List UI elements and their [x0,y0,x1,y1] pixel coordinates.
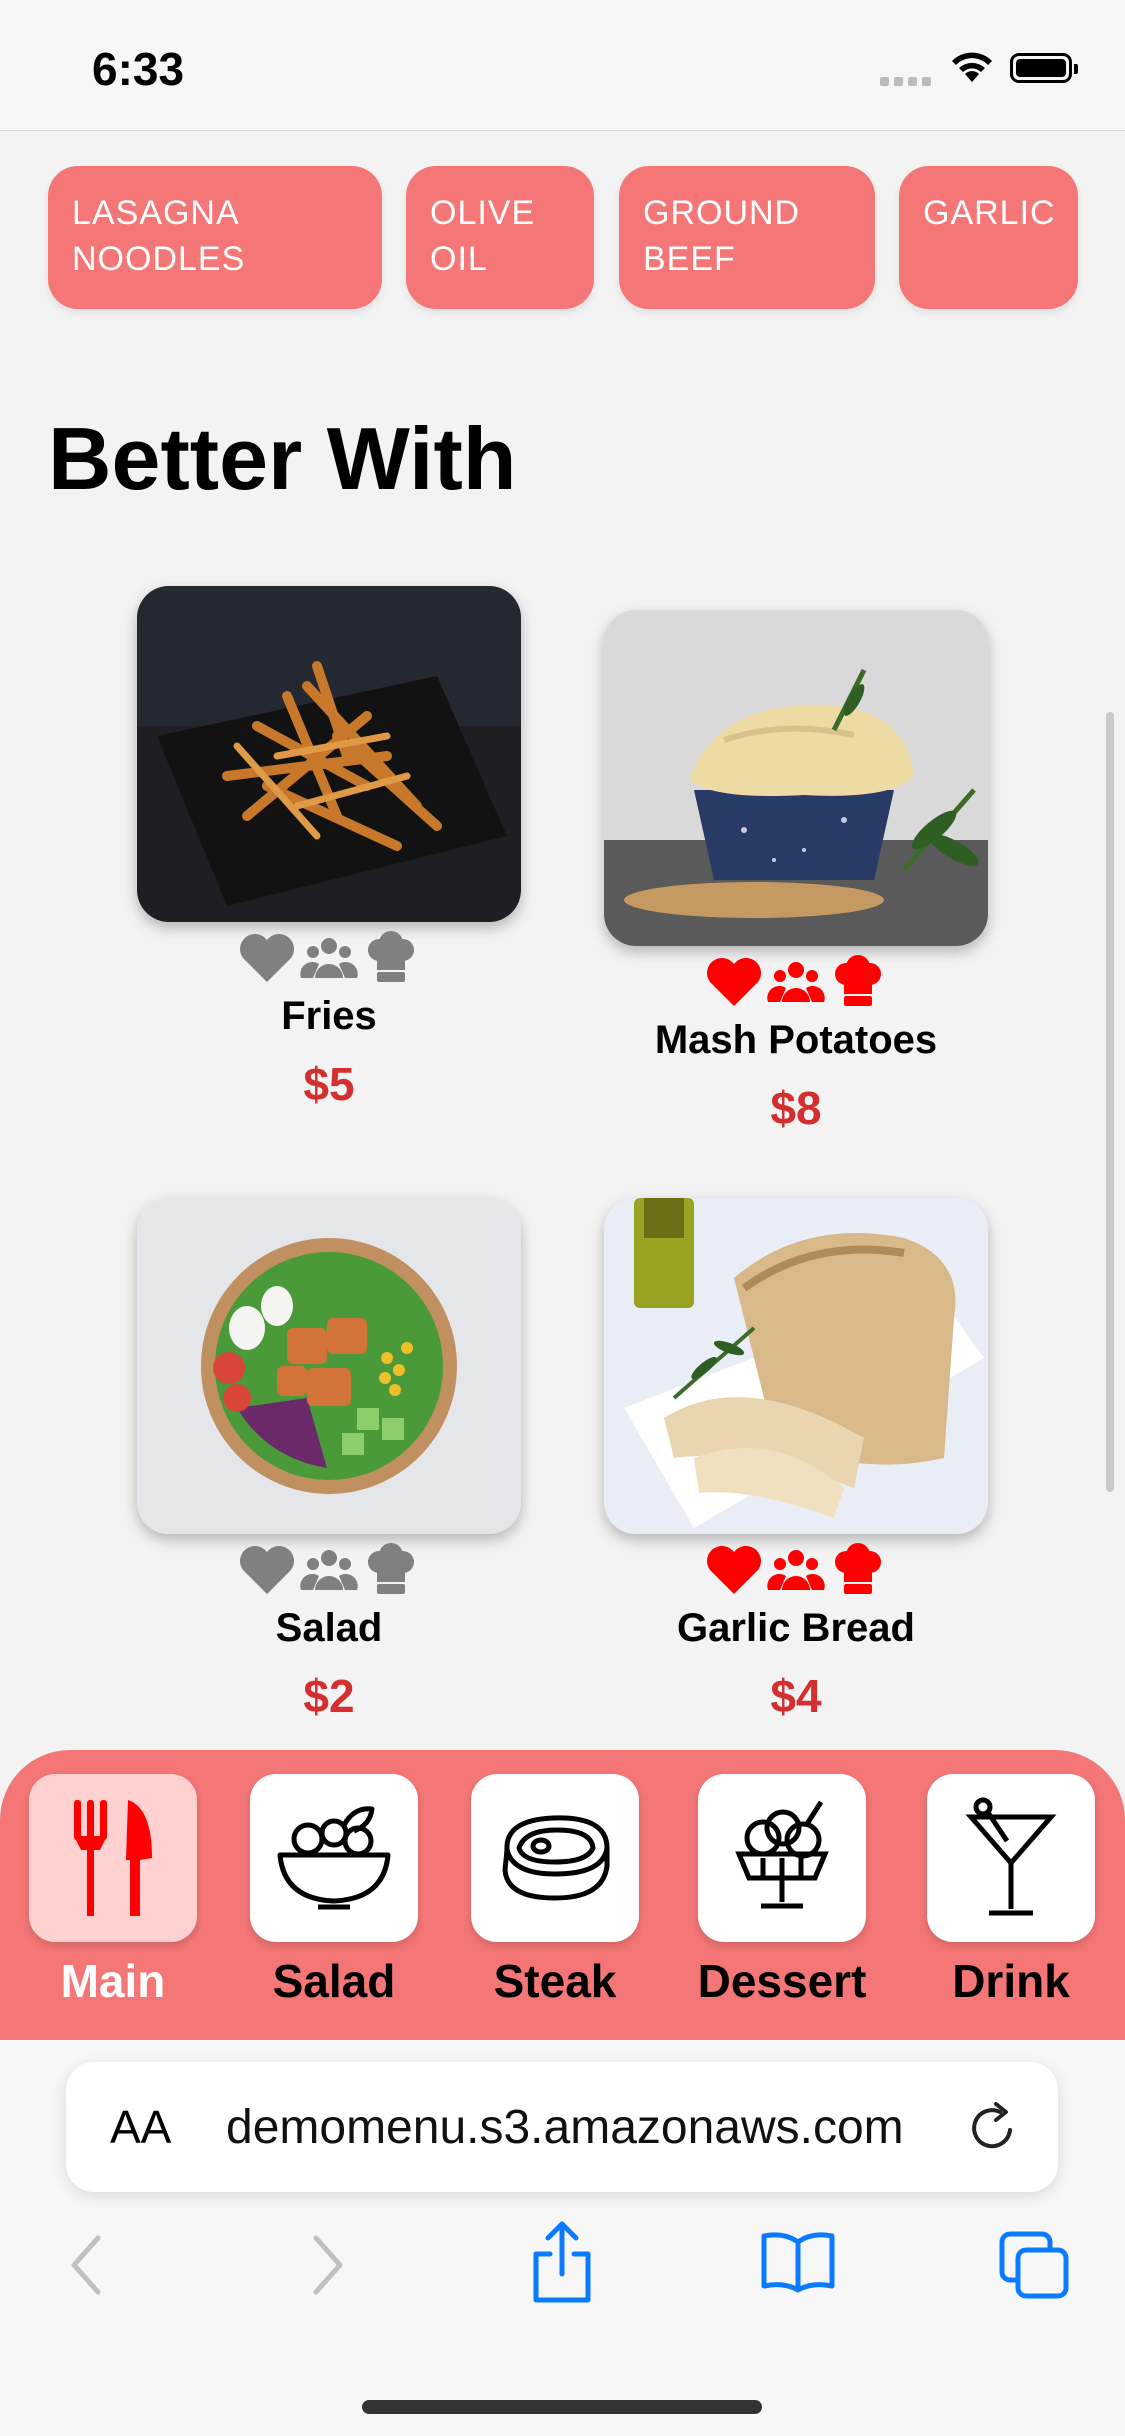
group-icon [300,1550,358,1590]
item-name: Mash Potatoes [654,1018,938,1062]
url-field[interactable]: demomenu.s3.amazonaws.com [226,2100,996,2155]
group-icon [300,938,358,978]
item-price: $8 [770,1082,822,1134]
item-badges [604,954,988,1010]
chef-hat-icon [835,955,881,1006]
item-badges [137,1542,521,1598]
scrollbar[interactable] [1106,712,1114,1492]
ingredient-chip[interactable]: GROUND BEEF [619,166,875,309]
section-title: Better With [48,409,517,508]
item-name: Fries [281,994,377,1038]
item-photo-mash-potatoes[interactable] [604,610,988,946]
ice-cream-icon [735,1800,829,1909]
item-photo-garlic-bread[interactable] [604,1198,988,1534]
menu-item-card[interactable]: Salad $2 [137,1198,521,1723]
item-name: Salad [275,1606,383,1650]
category-main[interactable]: Main [28,1774,198,2008]
share-icon[interactable] [528,2220,596,2306]
back-icon[interactable] [64,2230,108,2300]
menu-item-card[interactable]: Garlic Bread $4 [604,1198,988,1723]
ingredient-chip[interactable]: OLIVE OIL [406,166,594,309]
category-label: Drink [952,1955,1070,2007]
category-label: Salad [272,1955,396,2007]
group-icon [767,1550,825,1590]
steak-icon [502,1815,610,1901]
item-photo-fries[interactable] [137,586,521,922]
chef-hat-icon [368,1543,414,1594]
category-salad[interactable]: Salad [249,1774,419,2008]
address-bar[interactable]: AA demomenu.s3.amazonaws.com [66,2062,1058,2192]
tabs-icon[interactable] [998,2230,1070,2300]
status-bar: 6:33 [0,0,1125,131]
battery-icon [1010,53,1078,83]
bookmarks-icon[interactable] [760,2230,836,2294]
chef-hat-icon [835,1543,881,1594]
item-price: $5 [303,1058,355,1110]
category-label: Steak [493,1955,617,2007]
salad-bowl-icon [277,1806,391,1910]
ingredient-chip[interactable]: GARLIC [899,166,1078,309]
item-badges [137,930,521,986]
item-name: Garlic Bread [677,1606,915,1650]
group-icon [767,962,825,1002]
menu-item-card[interactable]: Fries $5 [137,586,521,1111]
chef-hat-icon [368,931,414,982]
category-label: Dessert [697,1955,867,2007]
wifi-icon [952,52,992,82]
fork-knife-icon [74,1800,152,1916]
item-price: $4 [770,1670,822,1722]
browser-toolbar: AA demomenu.s3.amazonaws.com [0,2040,1125,2436]
heart-icon[interactable] [704,1542,764,1598]
reload-icon[interactable] [966,2100,1020,2154]
item-price: $2 [303,1670,355,1722]
cocktail-icon [965,1797,1057,1916]
text-size-button[interactable]: AA [110,2100,171,2154]
heart-icon[interactable] [237,930,297,986]
category-drink[interactable]: Drink [926,1774,1096,2008]
status-time: 6:33 [92,43,185,95]
menu-item-card[interactable]: Mash Potatoes $8 [604,610,988,1135]
heart-icon[interactable] [237,1542,297,1598]
heart-icon[interactable] [704,954,764,1010]
cellular-signal-icon [880,73,936,91]
item-badges [604,1542,988,1598]
category-label: Main [60,1955,166,2007]
browser-nav-row [0,2221,1125,2330]
item-photo-salad[interactable] [137,1198,521,1534]
home-indicator [362,2400,762,2414]
ingredient-chip[interactable]: LASAGNA NOODLES [48,166,382,309]
category-dessert[interactable]: Dessert [697,1774,867,2008]
category-steak[interactable]: Steak [470,1774,640,2008]
forward-icon[interactable] [306,2230,350,2300]
ingredient-chips: LASAGNA NOODLES OLIVE OIL GROUND BEEF GA… [0,166,1125,311]
category-bar: Main Salad Steak Dessert Drink [0,1750,1125,2040]
